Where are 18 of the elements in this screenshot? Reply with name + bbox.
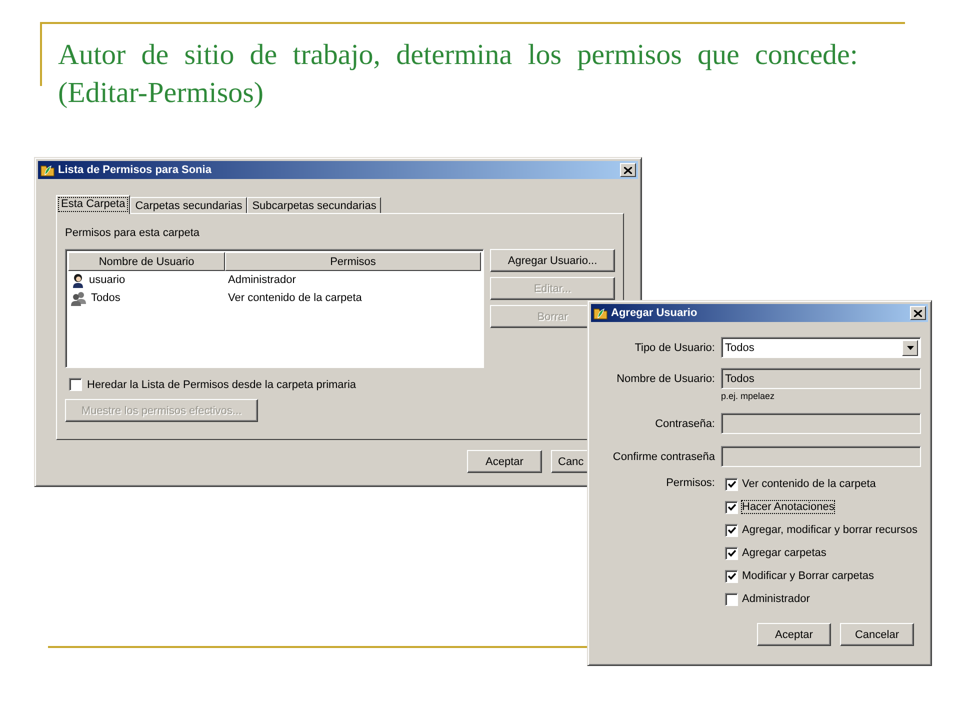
checkbox-label: Agregar carpetas (742, 547, 826, 559)
field-label: Tipo de Usuario: (634, 342, 715, 354)
field-label: Nombre de Usuario: (616, 372, 715, 384)
checkbox-label: Hacer Anotaciones (742, 501, 834, 513)
field-label: Confirme contraseña (612, 450, 715, 462)
window-title: Lista de Permisos para Sonia (58, 164, 212, 176)
checkbox-label: Heredar la Lista de Permisos desde la carpeta primaria (87, 378, 356, 390)
field-label: Permisos: (665, 477, 715, 489)
checkbox-label: Agregar, modificar y borrar recursos (742, 524, 918, 536)
section-label: Permisos para esta carpeta (65, 227, 201, 239)
checkbox-label: Administrador (742, 593, 810, 605)
table-cell-text: Ver contenido de la carpeta (227, 292, 363, 304)
slide-title: Autor de sitio de trabajo, determina los permisos que concede: (Editar-Permisos) (58, 38, 858, 111)
checkbox-label: Ver contenido de la carpeta (742, 478, 876, 490)
checkbox-label: Modificar y Borrar carpetas (742, 570, 874, 582)
hint-text: p.ej. mpelaez (721, 390, 776, 401)
field-label: Contraseña: (654, 418, 715, 430)
table-cell-text: Administrador (227, 274, 297, 286)
